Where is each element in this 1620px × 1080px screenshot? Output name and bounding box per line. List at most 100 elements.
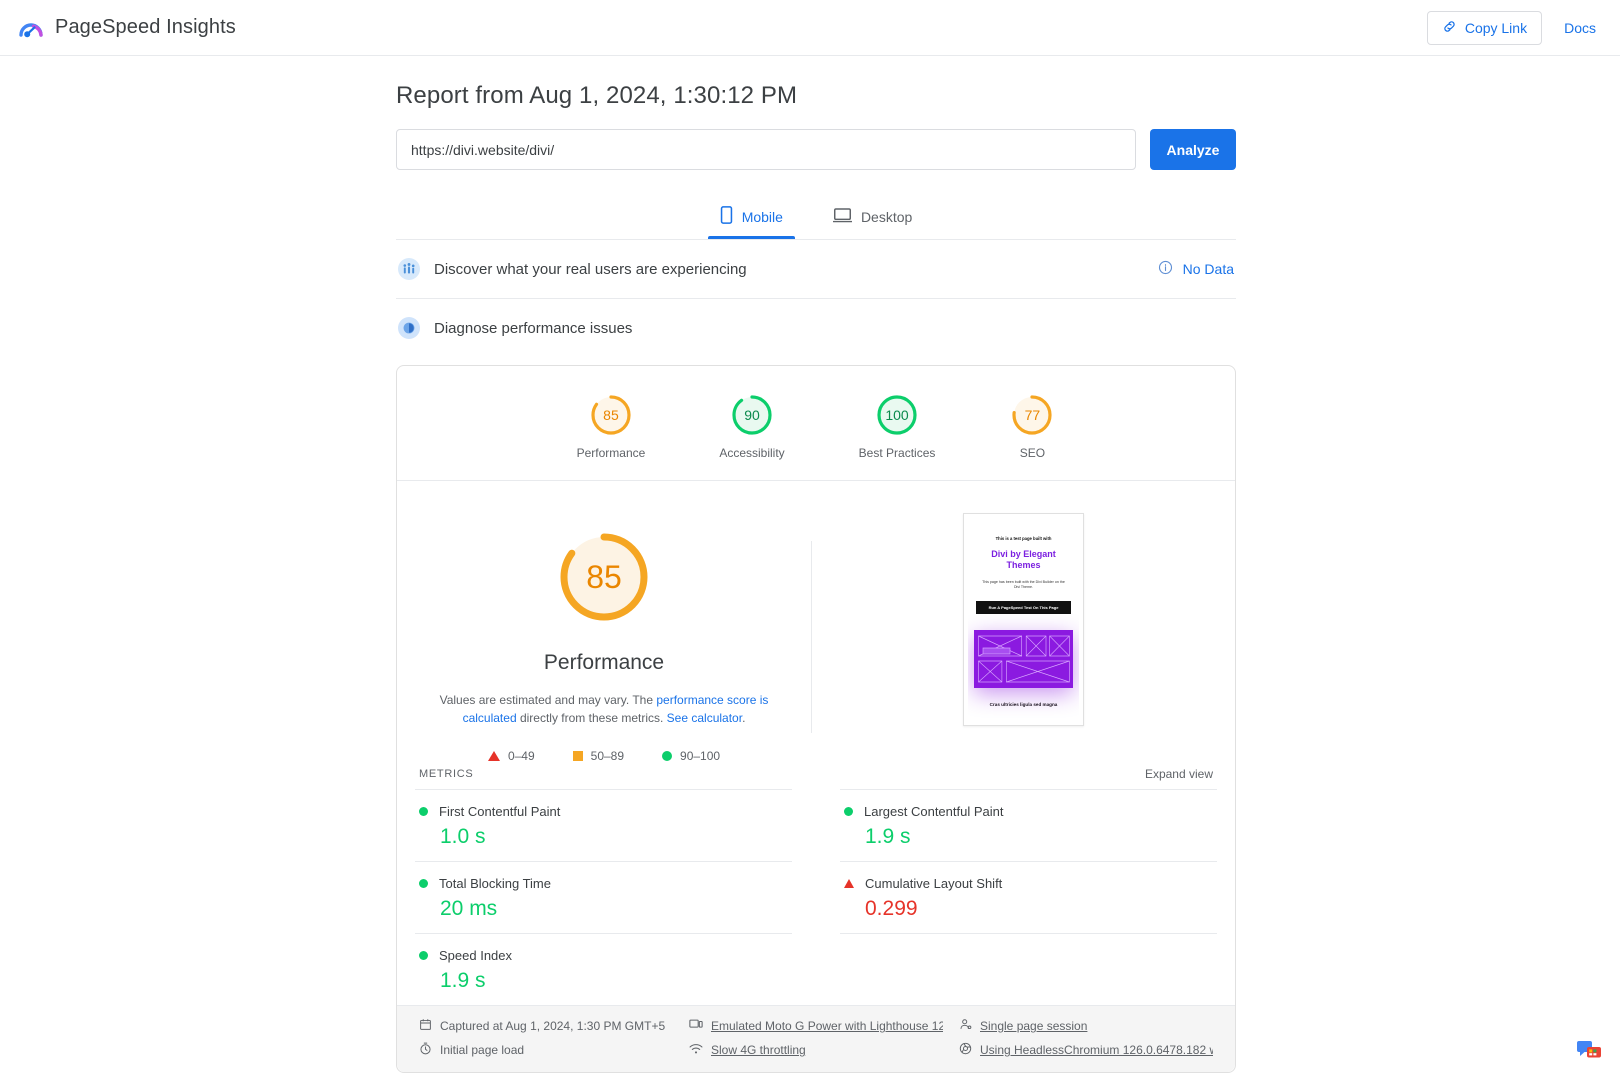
tab-desktop[interactable]: Desktop <box>829 198 916 239</box>
page-thumbnail[interactable]: This is a test page built with Divi by E… <box>963 513 1084 726</box>
score-legend: 0–49 50–89 90–100 <box>397 749 811 763</box>
metric-first-contentful-paint[interactable]: First Contentful Paint 1.0 s <box>415 789 792 861</box>
metric-name: Largest Contentful Paint <box>864 804 1004 819</box>
copy-link-label: Copy Link <box>1464 19 1528 36</box>
status-good-icon <box>419 951 428 960</box>
seo-gauge-ring: 77 <box>1009 392 1055 438</box>
field-data-section: Discover what your real users are experi… <box>396 240 1236 298</box>
copy-link-button[interactable]: Copy Link <box>1426 10 1543 45</box>
report-card: 85 Performance 90 Accessibility 100 Best… <box>396 365 1236 1073</box>
metrics-header: METRICS Expand view <box>415 767 1217 789</box>
docs-link[interactable]: Docs <box>1564 20 1596 36</box>
accessibility-score-label: Accessibility <box>719 446 785 460</box>
calendar-icon <box>419 1018 432 1034</box>
see-calculator-link[interactable]: See calculator <box>667 711 742 725</box>
metric-head: Cumulative Layout Shift <box>844 876 1213 891</box>
legend-label-good: 90–100 <box>680 749 721 763</box>
performance-desc-after: . <box>742 711 746 725</box>
feedback-button[interactable] <box>1574 1038 1604 1066</box>
diagnose-label: Diagnose performance issues <box>434 319 633 337</box>
chrome-icon <box>959 1042 972 1058</box>
footer-session[interactable]: Single page session <box>959 1018 1213 1034</box>
performance-description: Values are estimated and may vary. The p… <box>432 691 777 727</box>
category-score-seo[interactable]: 77 SEO <box>1009 392 1055 460</box>
report-content: Report from Aug 1, 2024, 1:30:12 PM Anal… <box>396 56 1236 1073</box>
network-icon <box>689 1043 703 1058</box>
status-poor-icon <box>844 879 854 888</box>
performance-score-panel: 85 Performance Values are estimated and … <box>397 511 811 763</box>
footer-session-text: Single page session <box>980 1019 1088 1033</box>
metric-total-blocking-time[interactable]: Total Blocking Time 20 ms <box>415 861 792 933</box>
best-practices-score-label: Best Practices <box>858 446 936 460</box>
legend-label-average: 50–89 <box>590 749 625 763</box>
analyze-button[interactable]: Analyze <box>1150 129 1236 170</box>
diagnose-icon <box>398 317 420 339</box>
diagnose-section: Diagnose performance issues <box>396 299 1236 357</box>
field-data-label: Discover what your real users are experi… <box>434 260 747 278</box>
performance-score-value: 85 <box>603 407 619 423</box>
metric-head: Speed Index <box>419 948 788 963</box>
timer-icon <box>419 1042 432 1058</box>
legend-label-poor: 0–49 <box>507 749 535 763</box>
seo-score-value: 77 <box>1024 407 1041 423</box>
performance-summary: 85 Performance Values are estimated and … <box>397 481 1235 767</box>
brand[interactable]: PageSpeed Insights <box>18 15 236 41</box>
performance-desc-before: Values are estimated and may vary. The <box>439 693 657 707</box>
url-analyze-row: Analyze <box>396 129 1236 170</box>
url-input[interactable] <box>396 129 1136 170</box>
metric-value: 1.0 s <box>440 825 486 848</box>
no-data-status[interactable]: No Data <box>1158 260 1234 278</box>
footer-page-load: Initial page load <box>419 1042 673 1058</box>
no-data-label: No Data <box>1182 261 1234 277</box>
app-title: PageSpeed Insights <box>55 16 236 38</box>
footer-throttling-text: Slow 4G throttling <box>711 1043 806 1057</box>
metric-name: Speed Index <box>439 948 513 963</box>
legend-item-good: 90–100 <box>662 749 720 763</box>
metric-head: First Contentful Paint <box>419 804 788 819</box>
accessibility-score-value: 90 <box>744 407 760 423</box>
category-scores: 85 Performance 90 Accessibility 100 Best… <box>397 366 1235 481</box>
metric-value: 20 ms <box>440 897 498 920</box>
category-score-accessibility[interactable]: 90 Accessibility <box>719 392 785 460</box>
pagespeed-logo-icon <box>18 15 44 41</box>
run-details-footer: Captured at Aug 1, 2024, 1:30 PM GMT+5 E… <box>397 1005 1235 1072</box>
thumbnail-line1: This is a test page built with <box>995 536 1052 541</box>
best-practices-score-value: 100 <box>885 407 909 423</box>
metric-name: First Contentful Paint <box>439 804 561 819</box>
info-icon <box>1158 260 1173 278</box>
desktop-icon <box>832 207 853 226</box>
metric-value: 1.9 s <box>440 969 486 992</box>
footer-captured-at: Captured at Aug 1, 2024, 1:30 PM GMT+5 <box>419 1018 673 1034</box>
metric-largest-contentful-paint[interactable]: Largest Contentful Paint 1.9 s <box>840 789 1217 861</box>
footer-browser[interactable]: Using HeadlessChromium 126.0.6478.182 wi… <box>959 1042 1213 1058</box>
expand-view-button[interactable]: Expand view <box>1145 767 1213 781</box>
metric-cumulative-layout-shift[interactable]: Cumulative Layout Shift 0.299 <box>840 861 1217 933</box>
device-tabs: Mobile Desktop <box>396 198 1236 239</box>
tab-mobile[interactable]: Mobile <box>707 198 796 239</box>
footer-throttling[interactable]: Slow 4G throttling <box>689 1042 943 1058</box>
metric-value: 1.9 s <box>865 825 911 848</box>
metric-head: Total Blocking Time <box>419 876 788 891</box>
status-good-icon <box>419 807 428 816</box>
person-icon <box>959 1018 972 1034</box>
thumbnail-button: Run A PageSpeed Test On This Page <box>976 601 1071 614</box>
legend-item-poor: 0–49 <box>487 749 535 763</box>
footer-emulated-device-text: Emulated Moto G Power with Lighthouse 12… <box>711 1019 943 1033</box>
top-bar: PageSpeed Insights Copy Link Docs <box>0 0 1620 56</box>
accessibility-gauge-ring: 90 <box>729 392 775 438</box>
thumbnail-hero-block <box>974 630 1073 688</box>
page-thumbnail-inner: This is a test page built with Divi by E… <box>968 518 1079 721</box>
performance-gauge-ring: 85 <box>588 392 634 438</box>
feedback-icon <box>1576 1038 1602 1067</box>
metric-value: 0.299 <box>865 897 918 920</box>
metrics-grid: First Contentful Paint 1.0 s Largest Con… <box>415 789 1217 1005</box>
performance-heading: Performance <box>543 651 665 674</box>
metric-name: Total Blocking Time <box>439 876 551 891</box>
category-score-performance[interactable]: 85 Performance <box>577 392 645 460</box>
page-body: Report from Aug 1, 2024, 1:30:12 PM Anal… <box>0 56 1620 1080</box>
device-icon <box>689 1018 703 1034</box>
tab-desktop-label: Desktop <box>860 208 913 225</box>
footer-emulated-device[interactable]: Emulated Moto G Power with Lighthouse 12… <box>689 1018 943 1034</box>
metric-speed-index[interactable]: Speed Index 1.9 s <box>415 933 792 1005</box>
category-score-best-practices[interactable]: 100 Best Practices <box>858 392 936 460</box>
